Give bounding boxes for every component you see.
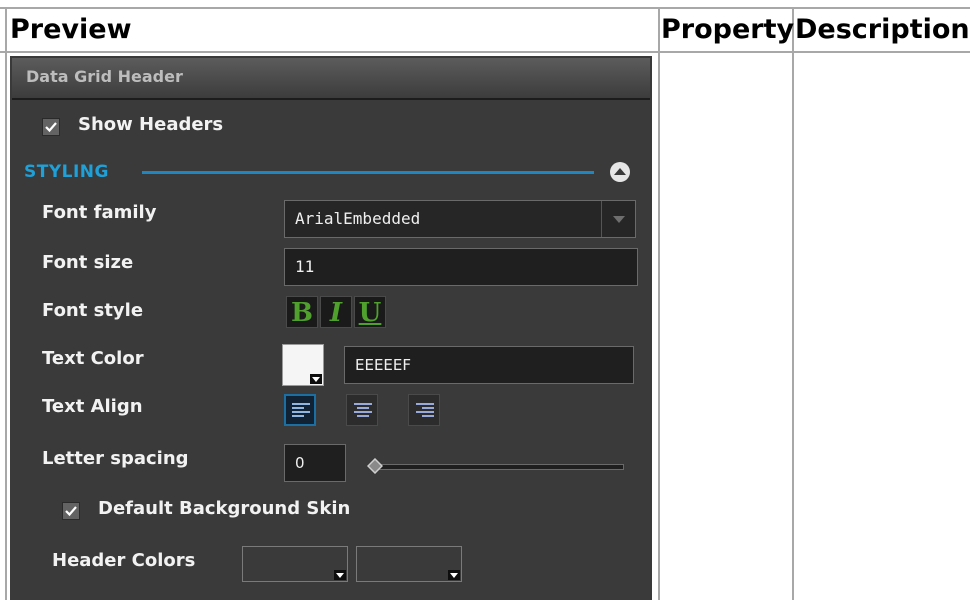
underline-icon: U [358,298,382,328]
table-col-divider-2 [792,7,794,600]
text-color-swatch[interactable] [282,344,324,386]
show-headers-label: Show Headers [78,114,224,135]
section-divider [142,171,594,174]
table-top-border [0,7,970,9]
font-size-label: Font size [42,252,134,273]
chevron-up-icon [614,168,626,175]
font-style-label: Font style [42,300,144,321]
align-left-icon [292,403,310,417]
bold-icon: B [291,298,313,328]
text-color-hex-value: EEEEEF [355,356,412,374]
column-header-description: Description [795,14,970,45]
header-color-swatch-1[interactable] [242,546,348,582]
font-size-input[interactable]: 11 [284,248,638,286]
panel-title-bar: Data Grid Header [12,58,650,100]
font-family-dropdown-toggle[interactable] [601,201,635,237]
align-right-button[interactable] [408,394,440,426]
letter-spacing-slider-thumb[interactable] [367,458,383,474]
styling-section-title: STYLING [24,162,109,182]
collapse-section-button[interactable] [610,162,630,182]
align-left-button[interactable] [284,394,316,426]
font-size-value: 11 [295,257,315,276]
italic-icon: I [329,298,343,328]
align-center-icon [354,403,372,417]
font-family-label: Font family [42,202,157,223]
table-header-divider [0,51,970,53]
swatch-dropdown-icon [310,374,322,384]
default-background-skin-checkbox[interactable] [62,502,80,520]
show-headers-checkbox[interactable] [42,118,60,136]
default-background-skin-label: Default Background Skin [98,498,351,519]
checkmark-icon [65,506,77,517]
bold-button[interactable]: B [286,296,318,328]
preview-panel: Data Grid Header Show Headers STYLING Fo… [10,56,652,600]
table-col-divider-1 [658,7,660,600]
header-color-swatch-2[interactable] [356,546,462,582]
swatch-dropdown-icon [334,570,346,580]
text-color-label: Text Color [42,348,144,369]
letter-spacing-value: 0 [295,454,305,472]
header-colors-label: Header Colors [52,550,196,571]
table-left-border [5,7,7,600]
column-header-preview: Preview [10,14,132,45]
chevron-down-icon [613,216,625,223]
align-right-icon [416,403,434,417]
text-color-hex-input[interactable]: EEEEEF [344,346,634,384]
letter-spacing-slider-track[interactable] [378,464,624,470]
letter-spacing-label: Letter spacing [42,448,189,469]
panel-title: Data Grid Header [26,67,183,86]
italic-button[interactable]: I [320,296,352,328]
checkmark-icon [45,122,57,133]
font-family-select[interactable]: ArialEmbedded [284,200,636,238]
column-header-property: Property [661,14,795,45]
swatch-dropdown-icon [448,570,460,580]
underline-button[interactable]: U [354,296,386,328]
align-center-button[interactable] [346,394,378,426]
font-family-value: ArialEmbedded [295,209,421,228]
letter-spacing-input[interactable]: 0 [284,444,346,482]
text-align-label: Text Align [42,396,143,417]
